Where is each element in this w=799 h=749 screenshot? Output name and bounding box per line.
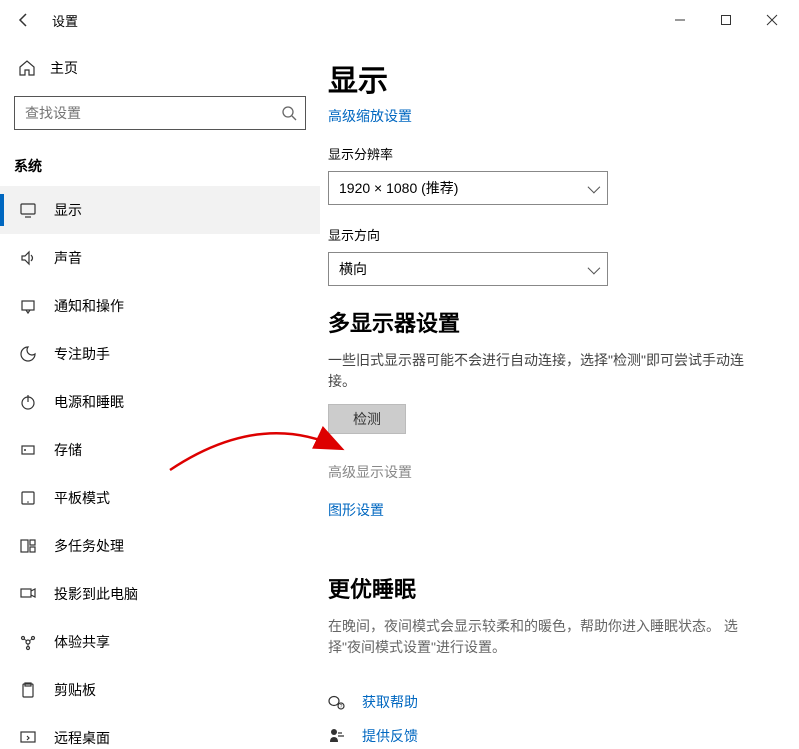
clipboard-icon: [18, 680, 38, 700]
sidebar-item-11[interactable]: 远程桌面: [0, 714, 320, 749]
maximize-button[interactable]: [703, 4, 749, 36]
power-icon: [18, 392, 38, 412]
remote-desktop-icon: [18, 728, 38, 748]
content-area: 显示 高级缩放设置 显示分辨率 1920 × 1080 (推荐) 显示方向 横向…: [320, 40, 799, 749]
sleep-desc: 在晚间，夜间模式会显示较柔和的暖色，帮助你进入睡眠状态。 选择"夜间模式设置"进…: [328, 616, 748, 658]
sidebar-item-label: 远程桌面: [54, 728, 110, 748]
resolution-value: 1920 × 1080 (推荐): [339, 178, 458, 198]
orientation-dropdown[interactable]: 横向: [328, 252, 608, 286]
sidebar-item-6[interactable]: 平板模式: [0, 474, 320, 522]
sidebar-item-label: 剪贴板: [54, 680, 96, 700]
sidebar-item-label: 体验共享: [54, 632, 110, 652]
sidebar-item-label: 专注助手: [54, 344, 110, 364]
orientation-label: 显示方向: [328, 225, 799, 244]
sidebar-item-label: 电源和睡眠: [54, 392, 124, 412]
sidebar-item-0[interactable]: 显示: [0, 186, 320, 234]
multitask-icon: [18, 536, 38, 556]
resolution-label: 显示分辨率: [328, 144, 799, 163]
storage-icon: [18, 440, 38, 460]
multi-display-desc: 一些旧式显示器可能不会进行自动连接，选择"检测"即可尝试手动连接。: [328, 350, 748, 392]
minimize-button[interactable]: [657, 4, 703, 36]
sidebar-item-5[interactable]: 存储: [0, 426, 320, 474]
sidebar: 主页 系统 显示声音通知和操作专注助手电源和睡眠存储平板模式多任务处理投影到此电…: [0, 40, 320, 749]
help-link[interactable]: 获取帮助: [362, 692, 418, 712]
sidebar-item-9[interactable]: 体验共享: [0, 618, 320, 666]
tablet-icon: [18, 488, 38, 508]
app-title: 设置: [52, 11, 78, 30]
multi-display-heading: 多显示器设置: [328, 306, 799, 338]
sidebar-item-label: 投影到此电脑: [54, 584, 138, 604]
titlebar: 设置: [0, 0, 799, 40]
sidebar-item-7[interactable]: 多任务处理: [0, 522, 320, 570]
advanced-display-link[interactable]: 高级显示设置: [328, 462, 799, 482]
detect-button[interactable]: 检测: [328, 404, 406, 434]
search-input[interactable]: [25, 105, 281, 121]
graphics-link[interactable]: 图形设置: [328, 500, 384, 520]
sidebar-item-3[interactable]: 专注助手: [0, 330, 320, 378]
focus-assist-icon: [18, 344, 38, 364]
resolution-dropdown[interactable]: 1920 × 1080 (推荐): [328, 171, 608, 205]
advanced-scaling-link[interactable]: 高级缩放设置: [328, 106, 412, 126]
close-button[interactable]: [749, 4, 795, 36]
sidebar-item-2[interactable]: 通知和操作: [0, 282, 320, 330]
feedback-link[interactable]: 提供反馈: [362, 726, 418, 746]
search-box[interactable]: [14, 96, 306, 130]
svg-text:?: ?: [340, 704, 343, 710]
help-icon: ?: [328, 693, 346, 711]
home-icon: [18, 59, 36, 77]
notifications-icon: [18, 296, 38, 316]
sidebar-item-label: 通知和操作: [54, 296, 124, 316]
chevron-down-icon: [588, 180, 597, 196]
display-icon: [18, 200, 38, 220]
sidebar-item-10[interactable]: 剪贴板: [0, 666, 320, 714]
sidebar-item-4[interactable]: 电源和睡眠: [0, 378, 320, 426]
sidebar-item-label: 多任务处理: [54, 536, 124, 556]
section-label: 系统: [0, 138, 320, 186]
back-button[interactable]: [4, 0, 44, 40]
sleep-heading: 更优睡眠: [328, 572, 799, 604]
home-nav[interactable]: 主页: [0, 48, 320, 88]
page-title: 显示: [328, 56, 799, 100]
sound-icon: [18, 248, 38, 268]
sidebar-item-label: 声音: [54, 248, 82, 268]
home-label: 主页: [50, 58, 78, 78]
shared-experiences-icon: [18, 632, 38, 652]
orientation-value: 横向: [339, 259, 367, 279]
chevron-down-icon: [588, 261, 597, 277]
sidebar-item-label: 平板模式: [54, 488, 110, 508]
project-icon: [18, 584, 38, 604]
sidebar-item-label: 存储: [54, 440, 82, 460]
sidebar-item-1[interactable]: 声音: [0, 234, 320, 282]
sidebar-item-label: 显示: [54, 200, 82, 220]
search-icon: [281, 105, 297, 121]
feedback-icon: [328, 727, 346, 745]
sidebar-item-8[interactable]: 投影到此电脑: [0, 570, 320, 618]
